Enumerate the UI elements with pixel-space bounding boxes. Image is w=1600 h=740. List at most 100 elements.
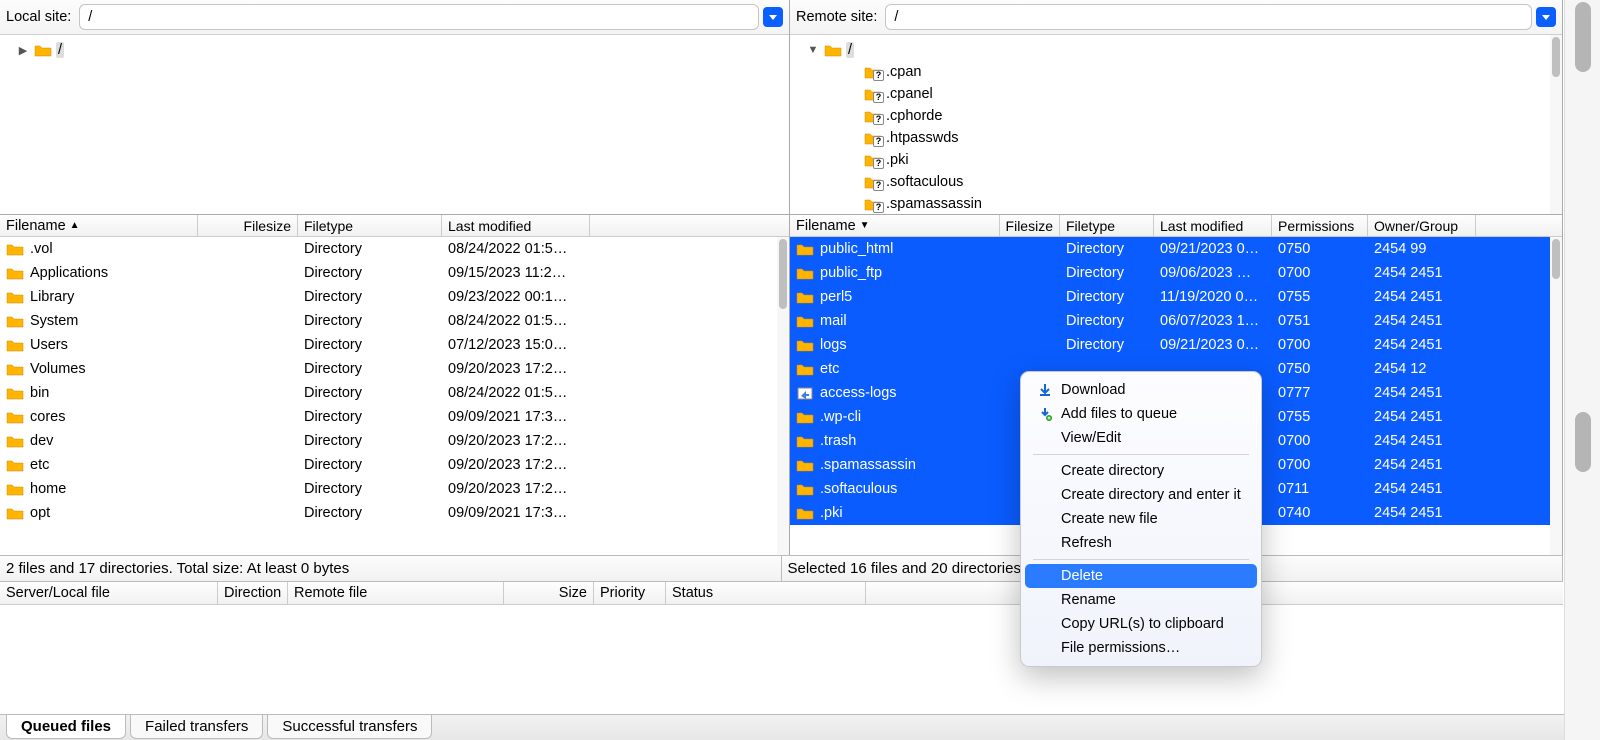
col-permissions[interactable]: Permissions: [1272, 215, 1368, 236]
ctx-delete[interactable]: Delete: [1025, 564, 1257, 588]
table-row[interactable]: SystemDirectory08/24/2022 01:5…: [0, 309, 777, 333]
file-permissions: 0700: [1272, 457, 1368, 473]
col-modified[interactable]: Last modified: [1154, 215, 1272, 236]
remote-tree-scrollbar[interactable]: [1550, 35, 1562, 214]
table-row[interactable]: VolumesDirectory09/20/2023 17:2…: [0, 357, 777, 381]
disclosure-triangle-icon[interactable]: ▶: [16, 44, 30, 57]
file-name: .softaculous: [820, 481, 897, 497]
ctx-download[interactable]: Download: [1025, 378, 1257, 402]
col-filetype[interactable]: Filetype: [1060, 215, 1154, 236]
col-filesize[interactable]: Filesize: [1000, 215, 1060, 236]
file-owner: 2454 2451: [1368, 265, 1476, 281]
remote-path-input[interactable]: [885, 4, 1532, 30]
folder-icon: [796, 266, 814, 280]
file-permissions: 0740: [1272, 505, 1368, 521]
file-owner: 2454 2451: [1368, 433, 1476, 449]
remote-tree-item[interactable]: ?.htpasswds: [798, 127, 1562, 149]
local-tree[interactable]: ▶ /: [0, 35, 789, 215]
file-owner: 2454 2451: [1368, 457, 1476, 473]
table-row[interactable]: homeDirectory09/20/2023 17:2…: [0, 477, 777, 501]
file-owner: 2454 99: [1368, 241, 1476, 257]
file-type: Directory: [298, 433, 442, 449]
table-row[interactable]: .volDirectory08/24/2022 01:5…: [0, 237, 777, 261]
folder-icon: [6, 266, 24, 280]
col-filesize[interactable]: Filesize: [198, 215, 298, 236]
table-row[interactable]: logsDirectory09/21/2023 0…07002454 2451: [790, 333, 1550, 357]
table-row[interactable]: devDirectory09/20/2023 17:2…: [0, 429, 777, 453]
qcol-size[interactable]: Size: [504, 582, 594, 604]
queue-columns[interactable]: Server/Local file Direction Remote file …: [0, 581, 1563, 605]
table-row[interactable]: mailDirectory06/07/2023 1…07512454 2451: [790, 309, 1550, 333]
file-owner: 2454 2451: [1368, 289, 1476, 305]
ctx-create-file[interactable]: Create new file: [1025, 507, 1257, 531]
folder-icon: [796, 242, 814, 256]
table-row[interactable]: LibraryDirectory09/23/2022 00:1…: [0, 285, 777, 309]
disclosure-triangle-icon[interactable]: ▼: [806, 44, 820, 56]
remote-tree-item[interactable]: ?.pki: [798, 149, 1562, 171]
local-path-dropdown[interactable]: [763, 7, 783, 27]
col-filetype[interactable]: Filetype: [298, 215, 442, 236]
remote-tree-item[interactable]: ?.softaculous: [798, 171, 1562, 193]
col-owner[interactable]: Owner/Group: [1368, 215, 1476, 236]
window-scrollbar[interactable]: [1564, 0, 1600, 740]
folder-icon: [796, 482, 814, 496]
file-type: Directory: [1060, 337, 1154, 353]
remote-tree-item[interactable]: ?.spamassassin: [798, 193, 1562, 214]
qcol-remote[interactable]: Remote file: [288, 582, 504, 604]
table-row[interactable]: public_htmlDirectory09/21/2023 0…0750245…: [790, 237, 1550, 261]
ctx-refresh[interactable]: Refresh: [1025, 531, 1257, 555]
file-modified: 08/24/2022 01:5…: [442, 241, 590, 257]
remote-tree-item[interactable]: ?.cphorde: [798, 105, 1562, 127]
file-name: etc: [30, 457, 49, 473]
qcol-priority[interactable]: Priority: [594, 582, 666, 604]
table-row[interactable]: coresDirectory09/09/2021 17:3…: [0, 405, 777, 429]
folder-icon: [824, 43, 842, 57]
ctx-copy-url[interactable]: Copy URL(s) to clipboard: [1025, 612, 1257, 636]
table-row[interactable]: UsersDirectory07/12/2023 15:0…: [0, 333, 777, 357]
tab-failed-transfers[interactable]: Failed transfers: [130, 715, 263, 739]
qcol-server[interactable]: Server/Local file: [0, 582, 218, 604]
file-name: Users: [30, 337, 68, 353]
ctx-create-directory[interactable]: Create directory: [1025, 459, 1257, 483]
tab-queued-files[interactable]: Queued files: [6, 715, 126, 739]
folder-unknown-icon: ?: [864, 153, 882, 167]
tree-item-label: .spamassassin: [886, 196, 982, 212]
local-column-headers[interactable]: Filename▲ Filesize Filetype Last modifie…: [0, 215, 789, 237]
col-modified[interactable]: Last modified: [442, 215, 590, 236]
file-type: Directory: [298, 481, 442, 497]
file-modified: 11/19/2020 0…: [1154, 289, 1272, 305]
remote-tree-item[interactable]: ?.cpan: [798, 61, 1562, 83]
file-modified: 09/20/2023 17:2…: [442, 481, 590, 497]
file-name: .trash: [820, 433, 856, 449]
file-modified: 09/21/2023 0…: [1154, 241, 1272, 257]
remote-site-label: Remote site:: [796, 9, 877, 25]
file-type: Directory: [298, 289, 442, 305]
file-modified: 09/06/2023 …: [1154, 265, 1272, 281]
col-filename[interactable]: Filename▲: [0, 215, 198, 236]
remote-column-headers[interactable]: Filename▼ Filesize Filetype Last modifie…: [790, 215, 1562, 237]
remote-tree-item[interactable]: ?.cpanel: [798, 83, 1562, 105]
table-row[interactable]: public_ftpDirectory09/06/2023 …07002454 …: [790, 261, 1550, 285]
tree-item-label: .htpasswds: [886, 130, 959, 146]
remote-scrollbar[interactable]: [1550, 237, 1562, 555]
context-menu: Download Add files to queue View/Edit Cr…: [1020, 371, 1262, 667]
local-scrollbar[interactable]: [777, 237, 789, 555]
local-tree-root[interactable]: ▶ /: [8, 39, 789, 61]
ctx-add-queue[interactable]: Add files to queue: [1025, 402, 1257, 426]
tab-successful-transfers[interactable]: Successful transfers: [267, 715, 432, 739]
table-row[interactable]: etcDirectory09/20/2023 17:2…: [0, 453, 777, 477]
remote-tree-root[interactable]: ▼/: [798, 39, 1562, 61]
table-row[interactable]: perl5Directory11/19/2020 0…07552454 2451: [790, 285, 1550, 309]
table-row[interactable]: binDirectory08/24/2022 01:5…: [0, 381, 777, 405]
table-row[interactable]: optDirectory09/09/2021 17:3…: [0, 501, 777, 525]
col-filename[interactable]: Filename▼: [790, 215, 1000, 236]
remote-path-dropdown[interactable]: [1536, 7, 1556, 27]
remote-tree[interactable]: ▼/?.cpan?.cpanel?.cphorde?.htpasswds?.pk…: [790, 35, 1562, 215]
qcol-direction[interactable]: Direction: [218, 582, 288, 604]
table-row[interactable]: ApplicationsDirectory09/15/2023 11:2…: [0, 261, 777, 285]
ctx-file-permissions[interactable]: File permissions…: [1025, 636, 1257, 660]
qcol-status[interactable]: Status: [666, 582, 866, 604]
ctx-create-directory-enter[interactable]: Create directory and enter it: [1025, 483, 1257, 507]
local-path-input[interactable]: [79, 4, 759, 30]
folder-icon: [6, 458, 24, 472]
